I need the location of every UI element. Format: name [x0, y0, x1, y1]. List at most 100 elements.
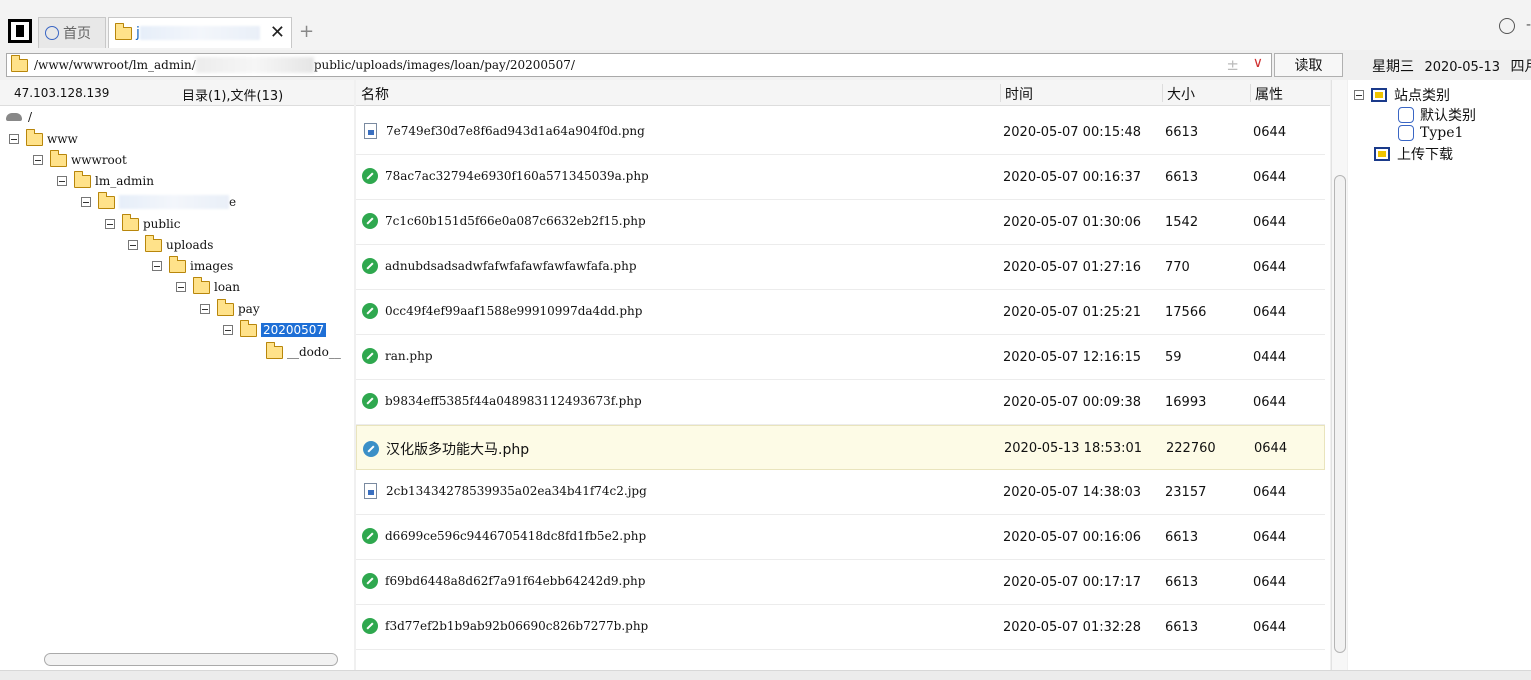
- window-circle-icon[interactable]: [1499, 18, 1515, 34]
- file-row-highlighted[interactable]: 汉化版多功能大马.php 2020-05-13 18:53:01 222760 …: [356, 425, 1325, 470]
- collapse-toggle-icon[interactable]: [9, 134, 19, 144]
- tree-node-20200507[interactable]: 20200507: [223, 319, 327, 340]
- php-file-icon: [362, 168, 378, 184]
- scrollbar-thumb[interactable]: [1334, 175, 1346, 653]
- file-name-cell: 7e749ef30d7e8f6ad943d1a64a904f0d.png: [362, 123, 645, 139]
- add-tab-icon[interactable]: +: [299, 21, 314, 42]
- column-attr-header[interactable]: 属性: [1255, 84, 1283, 104]
- file-row[interactable]: ran.php 2020-05-07 12:16:15 59 0444: [356, 335, 1325, 380]
- file-list-pane: 名称 时间 大小 属性 7e749ef30d7e8f6ad943d1a64a90…: [356, 80, 1330, 670]
- home-ring-icon: [45, 26, 59, 40]
- collapse-toggle-icon[interactable]: [1354, 90, 1364, 100]
- file-time: 2020-05-07 01:30:06: [1003, 215, 1142, 230]
- file-row[interactable]: 78ac7ac32794e6930f160a571345039a.php 202…: [356, 155, 1325, 200]
- path-folder-icon: [10, 54, 28, 72]
- collapse-toggle-icon[interactable]: [200, 304, 210, 314]
- read-button[interactable]: 读取: [1274, 53, 1343, 77]
- column-divider[interactable]: [1000, 84, 1001, 102]
- tree-node-lm-admin[interactable]: lm_admin: [57, 170, 154, 191]
- file-name-cell: f3d77ef2b1b9ab92b06690c826b7277b.php: [362, 618, 648, 634]
- collapse-toggle-icon[interactable]: [223, 325, 233, 335]
- tree-node-wwwroot[interactable]: wwwroot: [33, 149, 127, 170]
- tree-label: __dodo__: [287, 345, 341, 359]
- file-row[interactable]: d6699ce596c9446705418dc8fd1fb5e2.php 202…: [356, 515, 1325, 560]
- file-name: 0cc49f4ef99aaf1588e99910997da4dd.php: [385, 304, 643, 318]
- calendar-month-label: 四月: [1510, 59, 1531, 75]
- column-size-header[interactable]: 大小: [1167, 84, 1195, 104]
- file-attr: 0644: [1253, 575, 1287, 590]
- file-attr: 0644: [1253, 170, 1287, 185]
- horizontal-scrollbar[interactable]: [44, 653, 338, 666]
- vertical-scrollbar[interactable]: [1331, 80, 1347, 670]
- tree-node-root[interactable]: /: [6, 107, 32, 127]
- column-name-header[interactable]: 名称: [361, 84, 389, 104]
- file-size: 770: [1165, 260, 1190, 275]
- tree-node-uploads[interactable]: uploads: [128, 234, 213, 255]
- file-attr: 0644: [1253, 215, 1287, 230]
- collapse-toggle-icon[interactable]: [152, 261, 162, 271]
- folder-icon: [144, 234, 162, 252]
- tab-home-label: 首页: [63, 26, 91, 42]
- category-site[interactable]: 站点类别: [1354, 85, 1450, 105]
- type-icon: [1398, 125, 1414, 141]
- file-row[interactable]: 0cc49f4ef99aaf1588e99910997da4dd.php 202…: [356, 290, 1325, 335]
- file-time: 2020-05-13 18:53:01: [1004, 441, 1143, 456]
- file-row[interactable]: 2cb13434278539935a02ea34b41f74c2.jpg 202…: [356, 470, 1325, 515]
- column-time-header[interactable]: 时间: [1005, 84, 1033, 104]
- tree-node-pay[interactable]: pay: [200, 298, 260, 319]
- file-name-cell: b9834eff5385f44a048983112493673f.php: [362, 393, 642, 409]
- collapse-toggle-icon[interactable]: [81, 197, 91, 207]
- redacted-site-name: [139, 26, 260, 40]
- file-row[interactable]: b9834eff5385f44a048983112493673f.php 202…: [356, 380, 1325, 425]
- drive-icon: [6, 113, 22, 121]
- file-size: 1542: [1165, 215, 1199, 230]
- close-tab-icon[interactable]: ✕: [270, 22, 285, 43]
- window-minimize-icon[interactable]: -: [1526, 17, 1531, 33]
- folder-icon: [25, 128, 43, 146]
- file-name-cell: 0cc49f4ef99aaf1588e99910997da4dd.php: [362, 303, 642, 319]
- chevron-down-icon[interactable]: ∨: [1253, 55, 1263, 71]
- tab-site[interactable]: j ✕: [108, 17, 292, 48]
- file-name: b9834eff5385f44a048983112493673f.php: [385, 394, 642, 408]
- collapse-toggle-icon[interactable]: [33, 155, 43, 165]
- column-divider[interactable]: [1162, 84, 1163, 102]
- collapse-toggle-icon[interactable]: [128, 240, 138, 250]
- tree-label: images: [190, 259, 234, 273]
- tab-home[interactable]: 首页: [38, 17, 106, 48]
- file-row[interactable]: adnubdsadsadwfafwfafawfawfawfafa.php 202…: [356, 245, 1325, 290]
- category-upload-download[interactable]: 上传下载: [1374, 144, 1453, 164]
- collapse-toggle-icon[interactable]: [176, 282, 186, 292]
- image-file-icon: [364, 483, 377, 499]
- column-divider[interactable]: [1250, 84, 1251, 102]
- path-suffix: public/uploads/images/loan/pay/20200507/: [313, 58, 575, 72]
- plus-minus-icon[interactable]: ±: [1226, 56, 1239, 74]
- app-logo-icon[interactable]: [8, 19, 32, 43]
- category-pane: 站点类别 默认类别 Type1 上传下载: [1348, 80, 1531, 670]
- file-row[interactable]: f3d77ef2b1b9ab92b06690c826b7277b.php 202…: [356, 605, 1325, 650]
- file-row[interactable]: 7e749ef30d7e8f6ad943d1a64a904f0d.png 202…: [356, 110, 1325, 155]
- tree-node-public[interactable]: public: [105, 213, 181, 234]
- file-attr: 0644: [1253, 395, 1287, 410]
- tree-node-dodo[interactable]: __dodo__: [265, 341, 341, 362]
- category-default[interactable]: 默认类别: [1398, 105, 1476, 125]
- collapse-toggle-icon[interactable]: [57, 176, 67, 186]
- file-size: 6613: [1165, 575, 1199, 590]
- file-row[interactable]: f69bd6448a8d62f7a91f64ebb64242d9.php 202…: [356, 560, 1325, 605]
- file-name: 78ac7ac32794e6930f160a571345039a.php: [385, 169, 649, 183]
- file-name: adnubdsadsadwfafwfafawfawfawfafa.php: [385, 259, 637, 273]
- category-type1[interactable]: Type1: [1398, 125, 1463, 141]
- folder-icon: [265, 341, 283, 359]
- file-time: 2020-05-07 12:16:15: [1003, 350, 1142, 365]
- tree-node-www[interactable]: www: [9, 128, 78, 149]
- tree-node-loan[interactable]: loan: [176, 276, 240, 297]
- tree-node-images[interactable]: images: [152, 255, 234, 276]
- file-row[interactable]: 7c1c60b151d5f66e0a087c6632eb2f15.php 202…: [356, 200, 1325, 245]
- collapse-toggle-icon[interactable]: [105, 219, 115, 229]
- file-name: ran.php: [385, 349, 433, 363]
- path-input[interactable]: /www/wwwroot/lm_admin/ public/uploads/im…: [6, 53, 1272, 77]
- type-icon: [1398, 107, 1414, 123]
- tree-node-site[interactable]: e: [81, 191, 236, 212]
- tree-label-selected: 20200507: [261, 323, 327, 337]
- file-time: 2020-05-07 00:09:38: [1003, 395, 1142, 410]
- file-name-cell: adnubdsadsadwfafwfafawfawfawfafa.php: [362, 258, 637, 274]
